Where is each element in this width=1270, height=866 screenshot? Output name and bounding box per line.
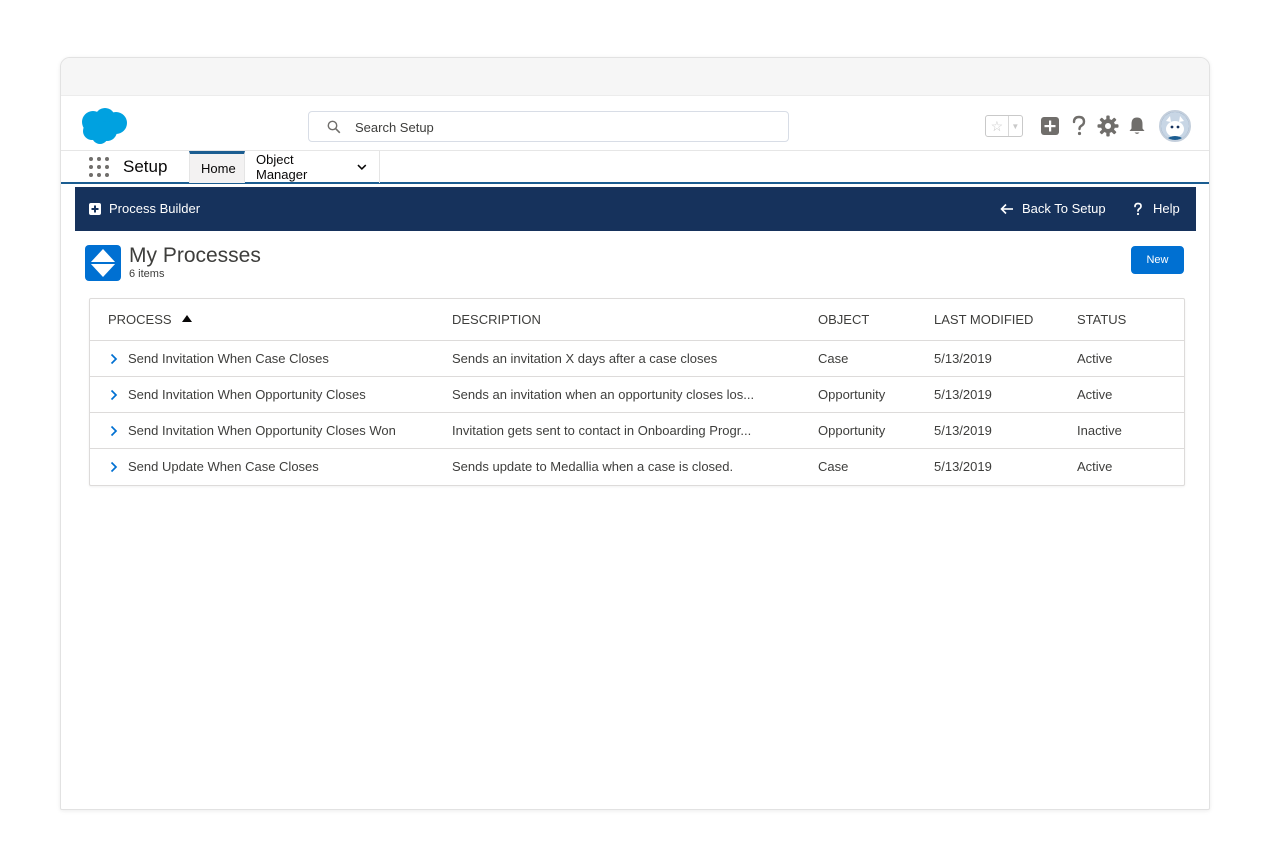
process-last-modified: 5/13/2019 <box>934 387 992 402</box>
favorites-button[interactable]: ☆ ▼ <box>985 115 1023 137</box>
column-header-status[interactable]: STATUS <box>1077 312 1126 327</box>
app-name: Setup <box>123 157 168 176</box>
user-avatar[interactable] <box>1159 110 1191 142</box>
process-builder-title: Process Builder <box>89 201 200 216</box>
browser-window: Search Setup ☆ ▼ Setup Home Object Manag… <box>60 57 1210 810</box>
process-description: Sends an invitation X days after a case … <box>452 351 718 366</box>
arrow-left-icon <box>1000 203 1013 214</box>
star-icon: ☆ <box>986 116 1009 136</box>
back-to-setup-link[interactable]: Back To Setup <box>1000 201 1106 216</box>
chevron-down-icon[interactable] <box>356 161 368 173</box>
global-header: Search Setup ☆ ▼ <box>61 96 1209 150</box>
caret-down-icon[interactable]: ▼ <box>1009 116 1022 136</box>
global-actions-button[interactable] <box>1036 112 1064 140</box>
process-description: Sends an invitation when an opportunity … <box>452 387 755 402</box>
header-actions: ☆ ▼ <box>985 110 1191 142</box>
help-label: Help <box>1153 201 1180 216</box>
process-last-modified: 5/13/2019 <box>934 423 992 438</box>
processes-table: PROCESS DESCRIPTION OBJECT LAST MODIFIED… <box>89 298 1185 486</box>
process-name[interactable]: Send Invitation When Opportunity Closes <box>128 387 366 402</box>
process-builder-label: Process Builder <box>109 201 201 216</box>
question-icon <box>1072 115 1086 136</box>
waffle-icon[interactable] <box>89 157 109 177</box>
context-navbar: Setup Home Object Manager <box>61 150 1209 184</box>
search-input[interactable]: Search Setup <box>308 111 789 142</box>
process-description: Sends update to Medallia when a case is … <box>452 459 734 474</box>
process-object: Case <box>818 351 849 366</box>
item-count: 6 items <box>129 268 165 280</box>
process-status: Active <box>1077 387 1113 402</box>
process-description: Invitation gets sent to contact in Onboa… <box>452 423 752 438</box>
column-header-description[interactable]: DESCRIPTION <box>452 312 541 327</box>
avatar-icon <box>1161 112 1189 140</box>
search-icon <box>327 120 341 134</box>
chevron-right-icon[interactable] <box>110 353 118 365</box>
new-button[interactable]: New <box>1131 246 1184 274</box>
process-object: Opportunity <box>818 423 886 438</box>
tab-home[interactable]: Home <box>189 151 245 183</box>
question-icon <box>1134 202 1142 215</box>
tab-object-manager-label: Object Manager <box>256 152 308 182</box>
table-header: PROCESS DESCRIPTION OBJECT LAST MODIFIED… <box>90 299 1184 341</box>
process-status: Active <box>1077 459 1113 474</box>
setup-button[interactable] <box>1094 112 1122 140</box>
process-last-modified: 5/13/2019 <box>934 459 992 474</box>
process-icon <box>85 245 121 281</box>
chevron-right-icon[interactable] <box>110 461 118 473</box>
process-object: Opportunity <box>818 387 886 402</box>
search-placeholder: Search Setup <box>355 120 434 135</box>
column-header-process[interactable]: PROCESS <box>108 312 192 327</box>
process-name[interactable]: Send Invitation When Opportunity Closes … <box>128 423 396 438</box>
chevron-right-icon[interactable] <box>110 425 118 437</box>
column-header-object[interactable]: OBJECT <box>818 312 869 327</box>
table-row[interactable]: Send Invitation When Opportunity Closes … <box>90 413 1184 449</box>
process-name[interactable]: Send Invitation When Case Closes <box>128 351 329 366</box>
process-last-modified: 5/13/2019 <box>934 351 992 366</box>
table-row[interactable]: Send Invitation When Case Closes Sends a… <box>90 341 1184 377</box>
process-status: Inactive <box>1077 423 1122 438</box>
page-header: My Processes 6 items New <box>85 244 1185 285</box>
notifications-button[interactable] <box>1123 112 1151 140</box>
tab-object-manager[interactable]: Object Manager <box>245 151 380 183</box>
chevron-right-icon[interactable] <box>110 389 118 401</box>
bell-icon <box>1129 117 1145 134</box>
window-chrome <box>61 58 1209 96</box>
salesforce-logo[interactable] <box>76 106 130 146</box>
add-icon <box>1041 117 1059 135</box>
process-name[interactable]: Send Update When Case Closes <box>128 459 319 474</box>
back-to-setup-label: Back To Setup <box>1022 201 1106 216</box>
page-title: My Processes <box>129 244 261 267</box>
process-builder-icon <box>89 202 101 215</box>
process-builder-header: Process Builder Back To Setup Help <box>75 187 1196 231</box>
sort-ascending-icon <box>181 315 192 323</box>
column-header-last-modified[interactable]: LAST MODIFIED <box>934 312 1033 327</box>
help-link[interactable]: Help <box>1133 201 1180 216</box>
process-object: Case <box>818 459 849 474</box>
gear-icon <box>1097 115 1119 137</box>
table-row[interactable]: Send Update When Case Closes Sends updat… <box>90 449 1184 485</box>
table-row[interactable]: Send Invitation When Opportunity Closes … <box>90 377 1184 413</box>
process-status: Active <box>1077 351 1113 366</box>
help-button[interactable] <box>1065 112 1093 140</box>
tab-home-label: Home <box>201 161 236 176</box>
